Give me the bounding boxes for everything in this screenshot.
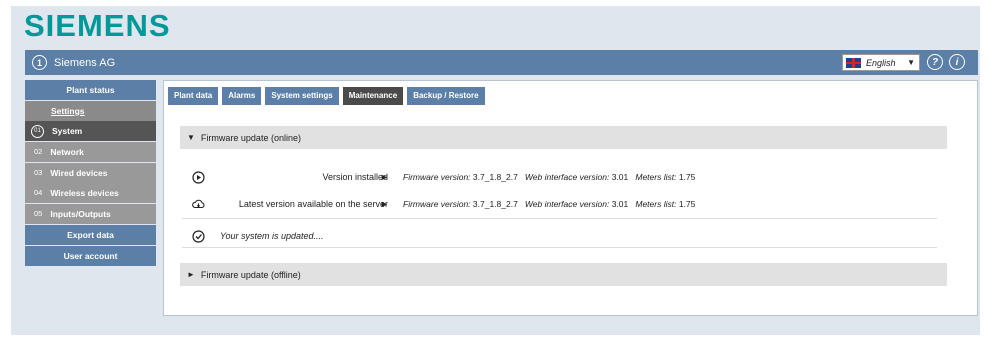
sidebar-item-number: 01 xyxy=(31,124,44,138)
language-value: English xyxy=(866,57,896,68)
sidebar-item-number: 05 xyxy=(34,209,43,219)
language-select[interactable]: English ▼ xyxy=(842,54,920,71)
latest-version-label: Latest version available on the server xyxy=(238,199,388,209)
arrow-right-icon: ► xyxy=(380,199,389,209)
meters-label: Meters list: xyxy=(635,172,677,182)
web-interface-value: 3.01 xyxy=(611,172,629,182)
latest-version-info: Firmware version: 3.7_1.8_2.7 Web interf… xyxy=(403,199,695,209)
sidebar-item-label: Settings xyxy=(51,105,85,116)
sidebar-item-export-data[interactable]: Export data xyxy=(25,224,156,245)
web-interface-label: Web interface version: xyxy=(524,199,610,209)
tab-system-settings[interactable]: System settings xyxy=(265,87,339,105)
update-status-text: Your system is updated.... xyxy=(220,231,324,241)
sidebar-item-label: User account xyxy=(63,250,118,261)
divider xyxy=(182,247,937,248)
sidebar-item-settings[interactable]: Settings xyxy=(25,100,156,121)
sidebar-item-number: 04 xyxy=(34,188,43,198)
section-title: Firmware update (offline) xyxy=(200,269,301,280)
user-icon[interactable]: 1 xyxy=(32,55,47,70)
firmware-online-header[interactable]: ▼ Firmware update (online) xyxy=(180,126,947,149)
sidebar-item-number: 02 xyxy=(34,147,43,157)
company-name: Siemens AG xyxy=(54,56,116,69)
update-status-row: Your system is updated.... xyxy=(192,226,937,246)
uk-flag-icon xyxy=(846,57,861,68)
sidebar-item-label: Wireless devices xyxy=(50,188,119,199)
firmware-offline-header[interactable]: ► Firmware update (offline) xyxy=(180,263,947,286)
sidebar-item-label: Plant status xyxy=(66,85,115,95)
firmware-value: 3.7_1.8_2.7 xyxy=(472,199,518,209)
sidebar-item-system[interactable]: 01 System xyxy=(25,121,156,142)
version-installed-info: Firmware version: 3.7_1.8_2.7 Web interf… xyxy=(403,172,695,182)
main-panel: Plant data Alarms System settings Mainte… xyxy=(163,80,978,316)
dropdown-arrow-icon: ▼ xyxy=(907,58,915,67)
latest-version-row: Latest version available on the server ►… xyxy=(192,194,937,214)
web-interface-label: Web interface version: xyxy=(524,172,610,182)
help-icon[interactable]: ? xyxy=(927,54,943,70)
cloud-download-icon xyxy=(192,198,205,211)
firmware-label: Firmware version: xyxy=(403,199,471,209)
tab-backup-restore[interactable]: Backup / Restore xyxy=(407,87,485,105)
sidebar-item-label: Export data xyxy=(67,229,114,240)
version-installed-label: Version installed xyxy=(322,172,388,182)
info-icon[interactable]: i xyxy=(949,54,965,70)
play-circle-icon xyxy=(192,170,205,184)
siemens-logo: SIEMENS xyxy=(24,8,171,43)
sidebar-item-inputs-outputs[interactable]: 05 Inputs/Outputs xyxy=(25,204,156,225)
expand-triangle-icon: ► xyxy=(187,270,195,279)
meters-value: 1.75 xyxy=(678,199,696,209)
web-interface-value: 3.01 xyxy=(611,199,629,209)
meters-label: Meters list: xyxy=(635,199,677,209)
sidebar-item-wireless-devices[interactable]: 04 Wireless devices xyxy=(25,183,156,204)
sidebar-item-label: Network xyxy=(50,147,84,158)
sidebar-item-number: 03 xyxy=(34,167,43,177)
divider xyxy=(182,218,937,219)
sidebar-item-plant-status[interactable]: Plant status xyxy=(25,80,156,100)
sidebar: Plant status Settings 01 System 02 Network… xyxy=(25,80,156,266)
sidebar-item-user-account[interactable]: User account xyxy=(25,245,156,266)
sidebar-item-network[interactable]: 02 Network xyxy=(25,142,156,163)
arrow-right-icon: ► xyxy=(380,172,389,182)
firmware-value: 3.7_1.8_2.7 xyxy=(472,172,518,182)
version-installed-row: Version installed ► Firmware version: 3.… xyxy=(192,167,937,187)
sidebar-item-label: System xyxy=(52,126,83,137)
firmware-label: Firmware version: xyxy=(403,172,471,182)
tab-maintenance[interactable]: Maintenance xyxy=(342,87,404,105)
collapse-triangle-icon: ▼ xyxy=(187,133,195,142)
meters-value: 1.75 xyxy=(678,172,696,182)
check-circle-icon xyxy=(192,229,205,243)
sidebar-item-label: Wired devices xyxy=(50,167,108,178)
sidebar-item-wired-devices[interactable]: 03 Wired devices xyxy=(25,162,156,183)
top-bar: 1 Siemens AG English ▼ ? i xyxy=(25,50,978,75)
tab-alarms[interactable]: Alarms xyxy=(222,87,262,105)
tab-bar: Plant data Alarms System settings Mainte… xyxy=(168,87,489,105)
sidebar-item-label: Inputs/Outputs xyxy=(50,209,111,220)
tab-plant-data[interactable]: Plant data xyxy=(168,87,219,105)
section-title: Firmware update (online) xyxy=(200,132,301,143)
